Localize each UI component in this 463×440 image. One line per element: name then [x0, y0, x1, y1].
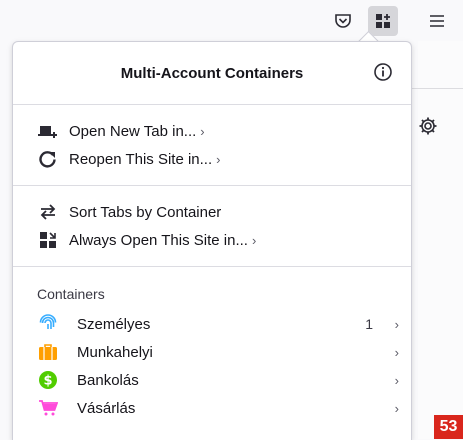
container-name: Bankolás — [77, 371, 139, 389]
chevron-right-icon[interactable]: › — [395, 401, 399, 416]
separator — [13, 266, 411, 267]
chevron-right-icon: › — [251, 232, 257, 248]
sort-tabs-item[interactable]: Sort Tabs by Container — [13, 197, 411, 227]
always-open-item[interactable]: Always Open This Site in... › — [13, 225, 411, 255]
page-number-badge: 53 — [434, 415, 463, 439]
containers-heading: Containers — [37, 286, 105, 302]
browser-toolbar — [0, 0, 463, 41]
svg-text:$: $ — [43, 374, 52, 389]
panel-header: Multi-Account Containers — [13, 42, 411, 104]
containers-panel: Multi-Account Containers Open New Tab in… — [12, 41, 412, 440]
info-icon[interactable] — [373, 62, 393, 82]
container-name: Vásárlás — [77, 399, 136, 417]
container-item-munkahelyi[interactable]: Munkahelyi › — [13, 337, 411, 367]
open-new-tab-item[interactable]: Open New Tab in... › — [13, 116, 411, 146]
chevron-right-icon: › — [200, 123, 205, 139]
always-open-label: Always Open This Site in... — [69, 231, 248, 249]
briefcase-icon — [37, 341, 59, 363]
sort-icon — [37, 201, 59, 223]
separator — [13, 104, 411, 105]
page-background — [418, 41, 463, 439]
containers-icon[interactable] — [368, 6, 398, 36]
open-new-tab-label: Open New Tab in... — [69, 122, 197, 140]
cart-icon — [37, 397, 59, 419]
chevron-right-icon: › — [216, 151, 221, 167]
dollar-icon: $ — [37, 369, 59, 391]
container-item-vasarlas[interactable]: Vásárlás › — [13, 393, 411, 423]
reopen-site-label: Reopen This Site in... — [69, 150, 213, 168]
chevron-right-icon[interactable]: › — [395, 317, 399, 332]
container-item-szemelyes[interactable]: Személyes 1 › — [13, 309, 411, 339]
tab-count: 1 — [365, 316, 373, 332]
always-open-icon — [37, 229, 59, 251]
chevron-right-icon[interactable]: › — [395, 373, 399, 388]
container-item-bankolas[interactable]: $ Bankolás › — [13, 365, 411, 395]
page-divider — [410, 88, 463, 89]
gear-icon[interactable] — [418, 116, 440, 138]
new-tab-icon — [37, 120, 59, 142]
reopen-icon — [37, 148, 59, 170]
separator — [13, 185, 411, 186]
pocket-icon[interactable] — [328, 6, 358, 36]
panel-title: Multi-Account Containers — [120, 64, 304, 82]
sort-tabs-label: Sort Tabs by Container — [69, 203, 222, 221]
menu-icon[interactable] — [422, 6, 452, 36]
chevron-right-icon[interactable]: › — [395, 345, 399, 360]
container-name: Munkahelyi — [77, 343, 153, 361]
container-name: Személyes — [77, 315, 151, 333]
reopen-site-item[interactable]: Reopen This Site in... › — [13, 144, 411, 174]
fingerprint-icon — [37, 313, 59, 335]
